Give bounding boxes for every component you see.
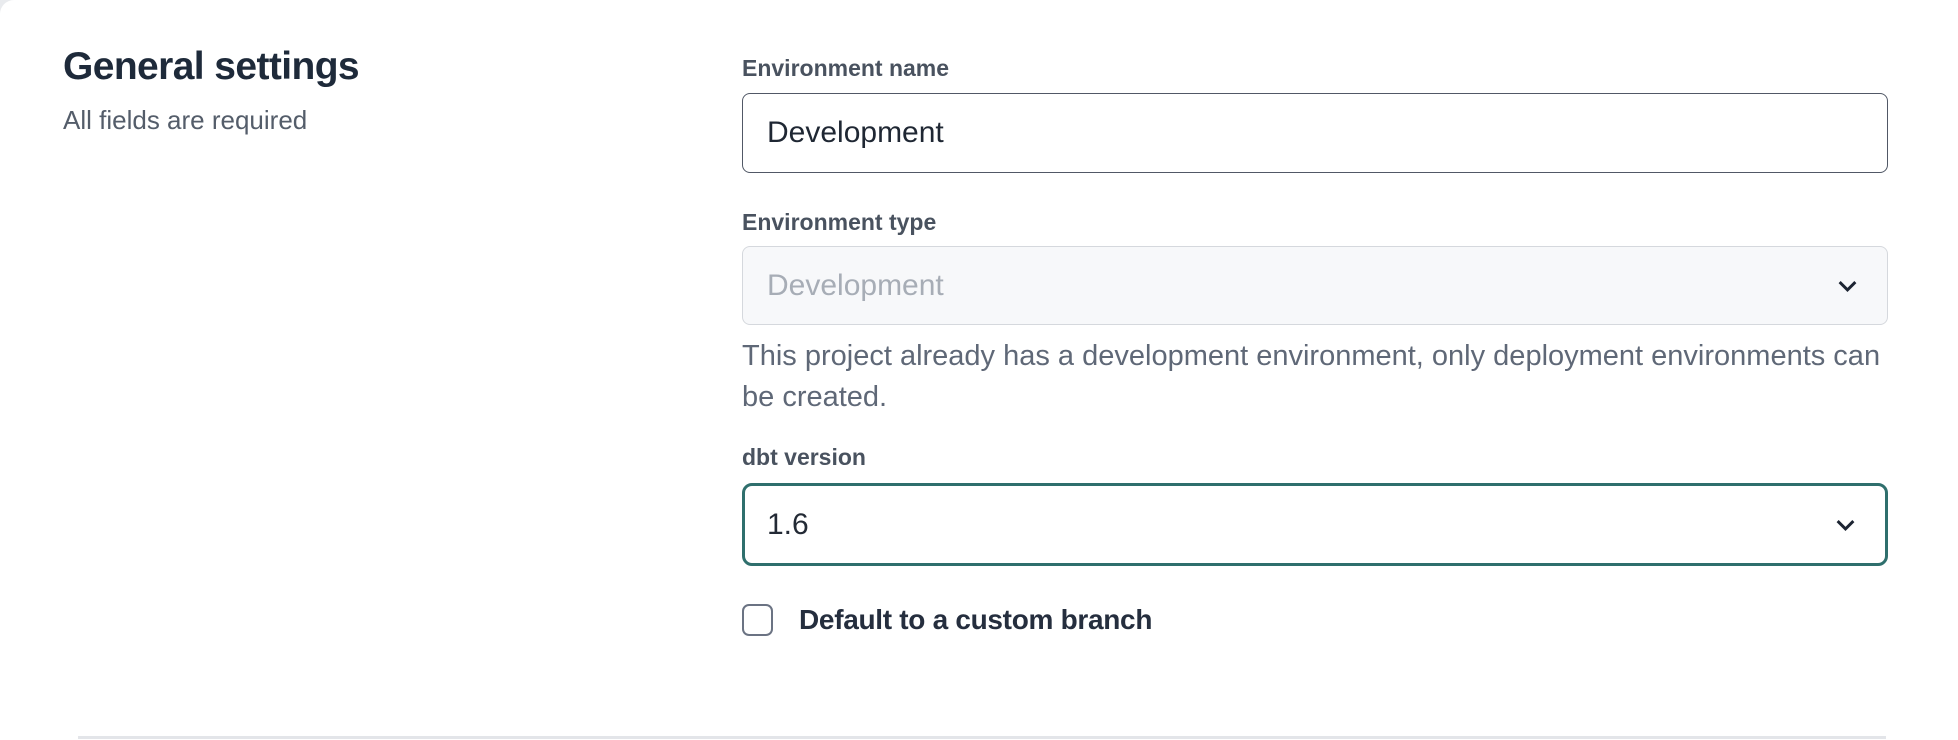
- section-title: General settings: [63, 44, 623, 90]
- chevron-down-icon: [1834, 272, 1861, 299]
- custom-branch-checkbox-row[interactable]: Default to a custom branch: [742, 603, 1152, 637]
- environment-name-input[interactable]: [742, 93, 1888, 173]
- environment-type-label: Environment type: [742, 208, 936, 236]
- general-settings-form: Environment name Environment type Develo…: [742, 0, 1888, 740]
- environment-type-helper: This project already has a development e…: [742, 336, 1888, 418]
- chevron-down-icon: [1832, 511, 1859, 538]
- environment-type-value: Development: [767, 271, 944, 301]
- environment-type-select: Development: [742, 246, 1888, 325]
- custom-branch-label[interactable]: Default to a custom branch: [799, 603, 1152, 637]
- environment-name-label: Environment name: [742, 54, 949, 82]
- dbt-version-label: dbt version: [742, 443, 866, 471]
- section-header: General settings All fields are required: [63, 44, 623, 136]
- dbt-version-select[interactable]: 1.6: [742, 483, 1888, 566]
- section-subtitle: All fields are required: [63, 104, 623, 136]
- dbt-version-value: 1.6: [767, 510, 809, 540]
- settings-card: General settings All fields are required…: [0, 0, 1958, 740]
- section-divider: [78, 736, 1886, 739]
- custom-branch-checkbox[interactable]: [742, 604, 773, 636]
